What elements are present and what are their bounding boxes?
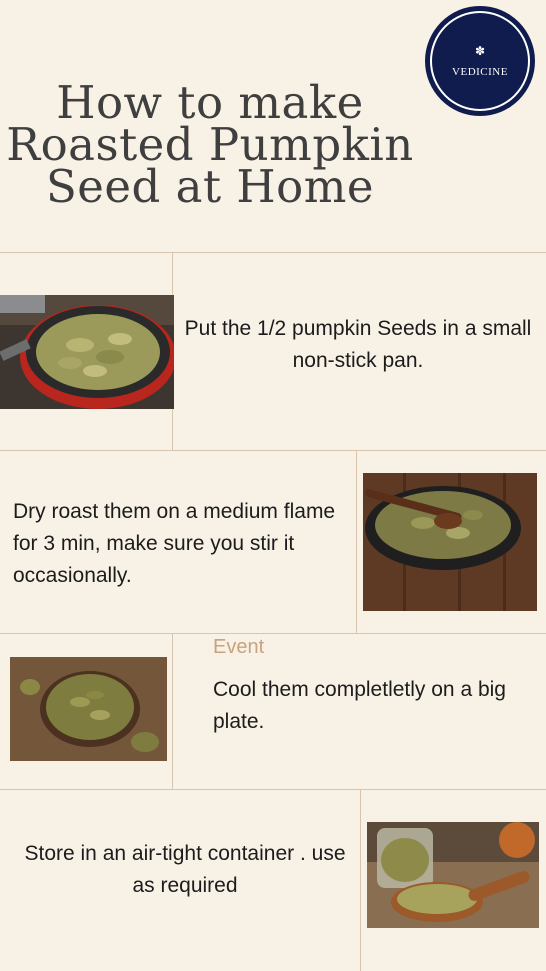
- title-line-3: Seed at Home: [45, 160, 375, 213]
- divider: [0, 633, 546, 634]
- brand-name: VEDICINE: [452, 66, 508, 78]
- seeds-in-pan-photo: [0, 295, 174, 409]
- divider: [356, 450, 357, 633]
- roasting-seeds-photo: [363, 473, 537, 611]
- page-title: How to make Roasted Pumpkin Seed at Home: [0, 80, 420, 213]
- stored-seeds-photo: [367, 822, 539, 928]
- step-1-text: Put the 1/2 pumpkin Seeds in a small non…: [184, 317, 532, 372]
- step-2-text: Dry roast them on a medium flame for 3 m…: [13, 500, 336, 587]
- seeds-in-bowl-photo: [10, 657, 167, 761]
- divider: [0, 789, 546, 790]
- event-label: Event: [213, 636, 265, 658]
- divider: [0, 252, 546, 253]
- divider: [360, 789, 361, 971]
- brand-logo: ✽ VEDICINE: [425, 6, 535, 116]
- step-4-text: Store in an air-tight container . use as…: [24, 842, 346, 897]
- step-3-text: Cool them completletly on a big plate.: [213, 678, 506, 733]
- divider: [172, 633, 173, 789]
- lotus-icon: ✽: [474, 44, 486, 58]
- divider: [0, 450, 546, 451]
